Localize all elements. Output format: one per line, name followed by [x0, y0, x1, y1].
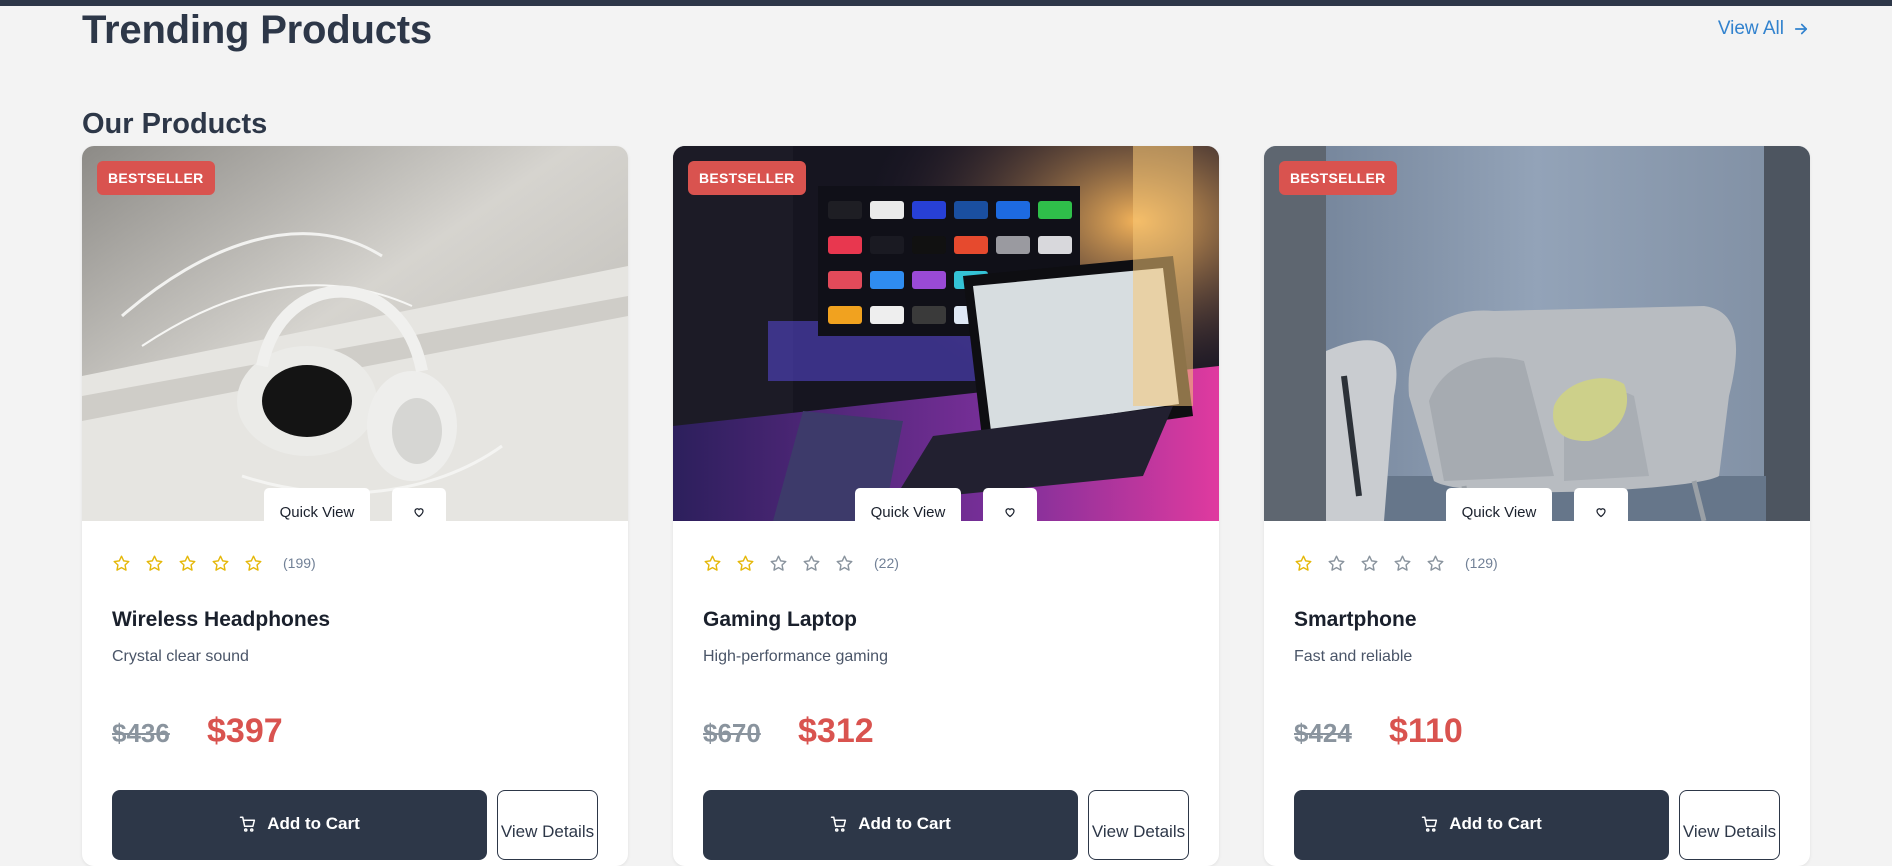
wishlist-button[interactable]	[392, 488, 446, 521]
star-rating: (129)	[1294, 552, 1498, 574]
trending-title: Trending Products	[82, 8, 432, 52]
product-name[interactable]: Smartphone	[1294, 608, 1417, 632]
view-all-link[interactable]: View All	[1718, 18, 1810, 40]
bestseller-badge: BESTSELLER	[1279, 161, 1397, 195]
sale-price: $312	[798, 712, 874, 750]
quick-view-button[interactable]: Quick View	[855, 488, 961, 521]
heart-icon	[414, 507, 424, 517]
star-filled-icon	[211, 552, 244, 574]
star-filled-icon	[736, 552, 769, 574]
headphones-image	[82, 146, 628, 521]
star-empty-icon	[1426, 552, 1459, 574]
heart-icon	[1596, 507, 1606, 517]
star-empty-icon	[835, 552, 868, 574]
product-card: BESTSELLER Quick View (22) Gaming Laptop…	[673, 146, 1219, 866]
star-filled-icon	[178, 552, 211, 574]
product-name[interactable]: Gaming Laptop	[703, 608, 857, 632]
product-name[interactable]: Wireless Headphones	[112, 608, 330, 632]
star-empty-icon	[1393, 552, 1426, 574]
add-to-cart-label: Add to Cart	[858, 814, 951, 833]
star-empty-icon	[1327, 552, 1360, 574]
add-to-cart-label: Add to Cart	[267, 814, 360, 833]
top-bar	[0, 0, 1892, 6]
star-empty-icon	[769, 552, 802, 574]
original-price: $670	[703, 718, 761, 748]
view-details-button[interactable]: View Details	[1088, 790, 1189, 860]
review-count: (22)	[874, 555, 899, 571]
star-filled-icon	[1294, 552, 1327, 574]
review-count: (129)	[1465, 555, 1498, 571]
wishlist-button[interactable]	[1574, 488, 1628, 521]
star-filled-icon	[112, 552, 145, 574]
product-image[interactable]: BESTSELLER Quick View	[1264, 146, 1810, 521]
product-description: Crystal clear sound	[112, 648, 249, 665]
sale-price: $397	[207, 712, 283, 750]
review-count: (199)	[283, 555, 316, 571]
add-to-cart-button[interactable]: Add to Cart	[1294, 790, 1669, 860]
heart-icon	[1005, 507, 1015, 517]
view-details-button[interactable]: View Details	[497, 790, 598, 860]
quick-view-button[interactable]: Quick View	[264, 488, 370, 521]
product-description: High-performance gaming	[703, 648, 888, 665]
product-card: BESTSELLER Quick View (129) Smartphone F…	[1264, 146, 1810, 866]
add-to-cart-label: Add to Cart	[1449, 814, 1542, 833]
star-empty-icon	[802, 552, 835, 574]
star-filled-icon	[145, 552, 178, 574]
armchair-image	[1264, 146, 1810, 521]
product-image[interactable]: BESTSELLER Quick View	[673, 146, 1219, 521]
view-all-label: View All	[1717, 18, 1784, 39]
cart-icon	[830, 816, 847, 832]
original-price: $424	[1294, 718, 1352, 748]
star-filled-icon	[703, 552, 736, 574]
original-price: $436	[112, 718, 170, 748]
tablet-scene-image	[673, 146, 1219, 521]
arrow-right-icon	[1794, 23, 1808, 35]
star-rating: (199)	[112, 552, 316, 574]
quick-view-button[interactable]: Quick View	[1446, 488, 1552, 521]
our-products-title: Our Products	[82, 108, 268, 140]
star-rating: (22)	[703, 552, 899, 574]
add-to-cart-button[interactable]: Add to Cart	[703, 790, 1078, 860]
add-to-cart-button[interactable]: Add to Cart	[112, 790, 487, 860]
star-empty-icon	[1360, 552, 1393, 574]
product-grid: BESTSELLER Quick View (199) Wireless Hea…	[82, 146, 1812, 866]
product-card: BESTSELLER Quick View (199) Wireless Hea…	[82, 146, 628, 866]
product-description: Fast and reliable	[1294, 648, 1413, 665]
bestseller-badge: BESTSELLER	[97, 161, 215, 195]
bestseller-badge: BESTSELLER	[688, 161, 806, 195]
star-filled-icon	[244, 552, 277, 574]
product-image[interactable]: BESTSELLER Quick View	[82, 146, 628, 521]
view-details-button[interactable]: View Details	[1679, 790, 1780, 860]
cart-icon	[239, 816, 256, 832]
sale-price: $110	[1389, 712, 1463, 750]
wishlist-button[interactable]	[983, 488, 1037, 521]
cart-icon	[1421, 816, 1438, 832]
